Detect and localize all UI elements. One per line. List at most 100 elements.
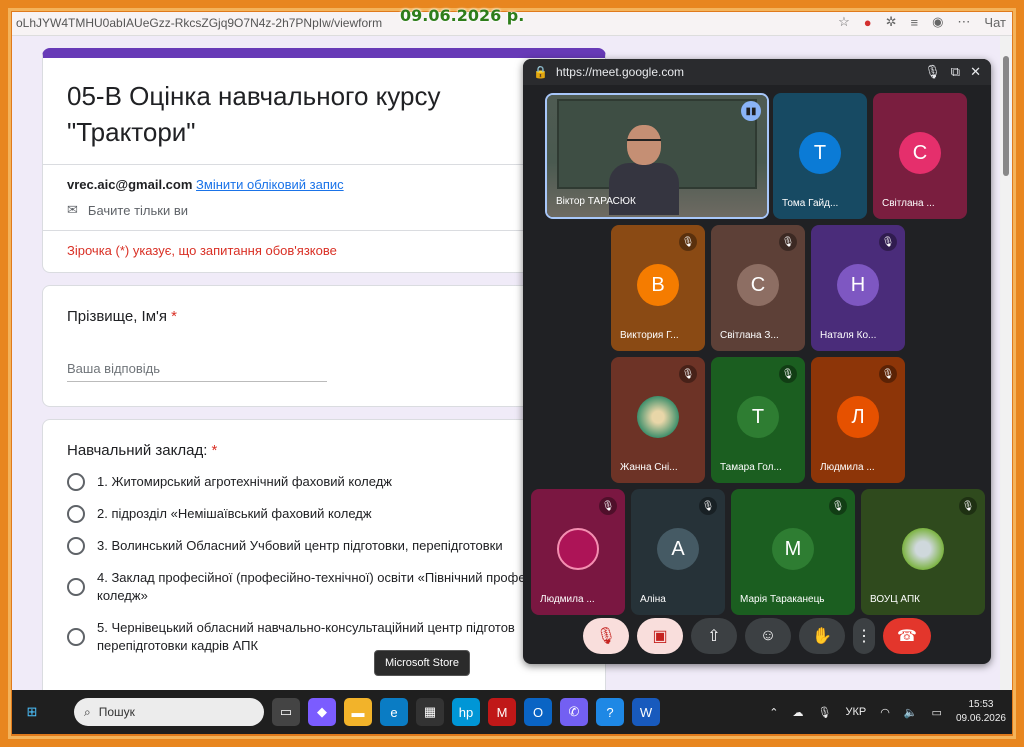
question-institution-card: Навчальний заклад: * 1. Житомирський агр…: [42, 419, 606, 709]
mcafee-icon[interactable]: M: [488, 698, 516, 726]
popout-icon[interactable]: ⧉: [951, 64, 960, 80]
radio-option[interactable]: 3. Волинський Обласний Учбовий центр під…: [67, 537, 581, 555]
switch-account-link[interactable]: Змінити обліковий запис: [196, 177, 344, 192]
muted-mic-icon: 🎙: [599, 497, 617, 515]
edge-icon[interactable]: e: [380, 698, 408, 726]
required-star: *: [171, 308, 178, 325]
word-icon[interactable]: W: [632, 698, 660, 726]
participant-name: Тамара Гол...: [720, 462, 782, 473]
mic-toggle-button[interactable]: 🎙: [583, 618, 629, 654]
participant-tile[interactable]: 🎙 Л Людмила ...: [811, 357, 905, 483]
participant-name: Марія Тараканець: [740, 594, 825, 605]
url-text[interactable]: oLhJYW4TMHU0abIAUeGzz-RkcsZGjq9O7N4z-2h7…: [16, 16, 382, 30]
meet-popup-window[interactable]: 🔒 https://meet.google.com 🎙 ⧉ ✕ ▮▮ Вікто…: [523, 59, 991, 664]
windows-taskbar: ⊞ ⌕ Пошук ▭ ◆ ▬ e ▦ hp M O ✆ ? W ⌃ ☁ 🎙 У…: [12, 690, 1012, 734]
required-note: Зірочка (*) указує, що запитання обов'яз…: [43, 230, 605, 272]
microsoft-store-icon[interactable]: ▦: [416, 698, 444, 726]
radio-button[interactable]: [67, 628, 85, 646]
participant-tile[interactable]: С Світлана ...: [873, 93, 967, 219]
camera-toggle-button[interactable]: ▣: [637, 618, 683, 654]
chat-button[interactable]: Чат: [984, 15, 1006, 30]
taskbar-search[interactable]: ⌕ Пошук: [74, 698, 264, 726]
radio-button[interactable]: [67, 505, 85, 523]
radio-button[interactable]: [67, 473, 85, 491]
participant-tile[interactable]: 🎙 Т Тамара Гол...: [711, 357, 805, 483]
viber-icon[interactable]: ✆: [560, 698, 588, 726]
reading-list-icon[interactable]: ≡: [910, 15, 918, 30]
adblock-icon[interactable]: ●: [864, 15, 872, 30]
participant-tile[interactable]: ▮▮ Віктор ТАРАСЮК: [545, 93, 769, 219]
copilot-icon[interactable]: ◆: [308, 698, 336, 726]
participant-tile[interactable]: 🎙 С Світлана З...: [711, 225, 805, 351]
participant-name: Світлана З...: [720, 330, 779, 341]
mic-icon[interactable]: 🎙: [924, 64, 941, 80]
radio-option[interactable]: 5. Чернівецький обласний навчально-консу…: [67, 619, 581, 655]
leave-call-button[interactable]: ☎: [883, 618, 931, 654]
participant-name: Наталя Ко...: [820, 330, 877, 341]
participant-tile[interactable]: 🎙 Н Наталя Ко...: [811, 225, 905, 351]
radio-option[interactable]: 1. Житомирський агротехнічний фаховий ко…: [67, 473, 581, 491]
present-button[interactable]: ⇧: [691, 618, 737, 654]
participant-tile[interactable]: 🎙 ВОУЦ АПК: [861, 489, 985, 615]
radio-option[interactable]: 2. підрозділ «Немішаївський фаховий коле…: [67, 505, 581, 523]
more-options-button[interactable]: ⋮: [853, 618, 875, 654]
raise-hand-button[interactable]: ✋: [799, 618, 845, 654]
radio-button[interactable]: [67, 578, 85, 596]
reactions-button[interactable]: ☺: [745, 618, 791, 654]
date-stamp: 09.06.2026 р.: [400, 6, 525, 25]
participant-name: Людмила ...: [540, 594, 595, 605]
hp-icon[interactable]: hp: [452, 698, 480, 726]
system-tray: ⌃ ☁ 🎙 УКР ◠ 🔈 ▭ 15:53 09.06.2026: [769, 698, 1006, 726]
microphone-icon[interactable]: 🎙: [818, 706, 832, 719]
visibility-note: Бачите тільки ви: [87, 202, 188, 218]
participant-name: Світлана ...: [882, 198, 935, 209]
participant-tile[interactable]: Т Тома Гайд...: [773, 93, 867, 219]
screen: oLhJYW4TMHU0abIAUeGzz-RkcsZGjq9O7N4z-2h7…: [12, 12, 1012, 734]
avatar: С: [899, 132, 941, 174]
volume-icon[interactable]: 🔈: [904, 706, 918, 719]
participant-tile[interactable]: 🎙 Жанна Сні...: [611, 357, 705, 483]
avatar: В: [637, 264, 679, 306]
file-explorer-icon[interactable]: ▬: [344, 698, 372, 726]
outlook-icon[interactable]: O: [524, 698, 552, 726]
battery-icon[interactable]: ▭: [932, 706, 942, 719]
avatar: Н: [837, 264, 879, 306]
muted-mic-icon: 🎙: [779, 233, 797, 251]
clock-date: 09.06.2026: [955, 713, 1006, 724]
option-label: 3. Волинський Обласний Учбовий центр під…: [97, 538, 503, 553]
page-scrollbar[interactable]: [1000, 36, 1012, 690]
participant-tile[interactable]: 🎙 В Виктория Г...: [611, 225, 705, 351]
answer-input[interactable]: Ваша відповідь: [67, 361, 327, 382]
close-icon[interactable]: ✕: [970, 64, 981, 80]
wifi-icon[interactable]: ◠: [880, 706, 890, 719]
participant-tile[interactable]: 🎙 М Марія Тараканець: [731, 489, 855, 615]
option-label: 1. Житомирський агротехнічний фаховий ко…: [97, 474, 392, 489]
chevron-up-icon[interactable]: ⌃: [769, 706, 778, 719]
radio-button[interactable]: [67, 537, 85, 555]
star-icon[interactable]: ☆: [838, 14, 850, 30]
participant-tile[interactable]: 🎙 Людмила ...: [531, 489, 625, 615]
radio-option[interactable]: 4. Заклад професійної (професійно-техніч…: [67, 569, 581, 605]
help-icon[interactable]: ?: [596, 698, 624, 726]
start-icon[interactable]: ⊞: [18, 698, 46, 726]
option-label: 2. підрозділ «Немішаївський фаховий коле…: [97, 506, 372, 521]
question-name-card: Прізвище, Ім'я * Ваша відповідь: [42, 285, 606, 407]
muted-mic-icon: 🎙: [699, 497, 717, 515]
scrollbar-thumb[interactable]: [1003, 56, 1009, 176]
onedrive-icon[interactable]: ☁: [793, 706, 804, 719]
muted-mic-icon: 🎙: [679, 365, 697, 383]
language-indicator[interactable]: УКР: [845, 706, 866, 718]
muted-mic-icon: 🎙: [779, 365, 797, 383]
more-icon[interactable]: ⋯: [957, 14, 970, 30]
browser-toolbar: ☆ ● ✲ ≡ ◉ ⋯ Чат: [838, 14, 1006, 30]
task-view-icon[interactable]: ▭: [272, 698, 300, 726]
tooltip: Microsoft Store: [374, 650, 470, 676]
participant-tile[interactable]: 🎙 А Аліна: [631, 489, 725, 615]
option-label: 4. Заклад професійної (професійно-техніч…: [97, 570, 533, 603]
clock[interactable]: 15:53 09.06.2026: [956, 698, 1006, 726]
form-title: 05-В Оцінка навчального курсу "Трактори": [67, 81, 441, 147]
avatar: Т: [799, 132, 841, 174]
profile-icon[interactable]: ◉: [932, 14, 943, 30]
extensions-icon[interactable]: ✲: [886, 14, 897, 30]
participant-name: ВОУЦ АПК: [870, 594, 920, 605]
